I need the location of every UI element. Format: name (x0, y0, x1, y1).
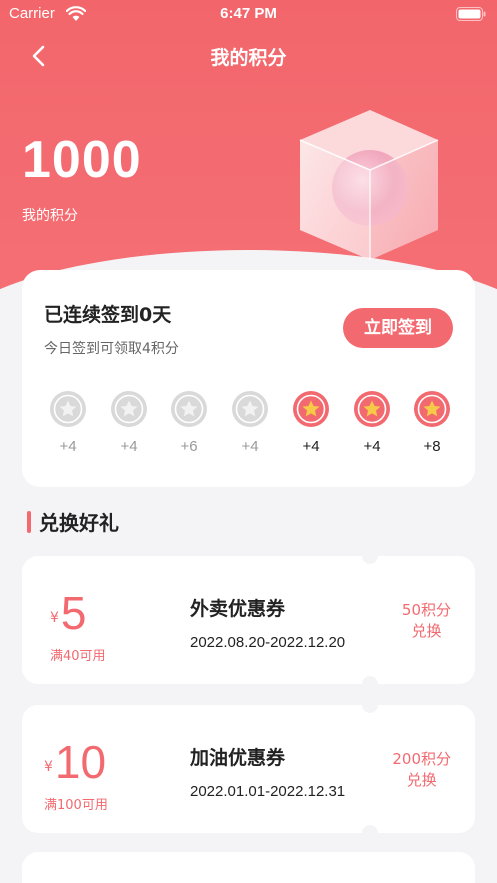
glass-cube-illustration (299, 110, 439, 260)
coupon-validity: 2022.08.20-2022.12.20 (190, 634, 346, 651)
signin-day-reward: +6 (180, 438, 198, 455)
coupon-card[interactable]: ¥5 满40可用 外卖优惠券 2022.08.20-2022.12.20 50积… (22, 548, 475, 692)
signin-day: +4 (48, 390, 88, 455)
coupon-name: 加油优惠券 (190, 747, 286, 769)
signin-day-reward: +4 (120, 438, 138, 455)
currency-symbol: ¥ (44, 759, 53, 775)
coupon-amount: ¥10 (44, 735, 106, 789)
signin-day: +4 (291, 390, 331, 455)
coupon-value: 5 (60, 587, 87, 639)
coupon-condition: 满40可用 (50, 649, 106, 664)
points-balance-label: 我的积分 (22, 208, 78, 224)
signin-day: +4 (109, 390, 149, 455)
coupon-notch (362, 825, 378, 841)
section-accent-bar (27, 511, 31, 533)
coupon-cost: 50积分 (401, 601, 451, 619)
star-coin-icon (414, 391, 450, 427)
coupon-name: 外卖优惠券 (190, 598, 286, 620)
page-title: 我的积分 (210, 47, 287, 69)
battery-icon (456, 7, 486, 21)
coupon-value: 10 (54, 736, 107, 788)
status-bar: Carrier 6:47 PM (0, 0, 497, 28)
coupon-notch (362, 697, 378, 713)
signin-day-reward: +4 (363, 438, 381, 455)
coupon-redeem[interactable]: 50积分 兑换 (402, 600, 451, 642)
star-coin-disabled-icon (111, 391, 147, 427)
redeem-label: 兑换 (411, 622, 442, 640)
signin-day: +8 (412, 390, 452, 455)
points-balance: 1000 (22, 131, 142, 189)
coupon-card[interactable] (22, 852, 475, 883)
signin-day-reward: +4 (59, 438, 77, 455)
star-coin-disabled-icon (232, 391, 268, 427)
coupon-validity: 2022.01.01-2022.12.31 (190, 783, 346, 800)
star-coin-icon (293, 391, 329, 427)
signin-day-reward: +4 (302, 438, 320, 455)
signin-day: +4 (352, 390, 392, 455)
signin-day-reward: +8 (423, 438, 441, 455)
coupon-notch (362, 676, 378, 692)
streak-title: 已连续签到0天 (44, 304, 172, 326)
signin-day-row: +4 +4 +6 +4 +4 +4 +8 (48, 390, 456, 460)
section-title: 兑换好礼 (39, 511, 119, 535)
signin-day: +4 (230, 390, 270, 455)
coupon-card[interactable]: ¥10 满100可用 加油优惠券 2022.01.01-2022.12.31 2… (22, 697, 475, 841)
coupon-notch (362, 548, 378, 564)
coupon-condition: 满100可用 (44, 798, 108, 813)
star-coin-disabled-icon (171, 391, 207, 427)
coupon-amount: ¥5 (50, 586, 87, 640)
signin-button[interactable]: 立即签到 (343, 308, 453, 348)
star-coin-disabled-icon (50, 391, 86, 427)
signin-day: +6 (169, 390, 209, 455)
signin-day-reward: +4 (241, 438, 259, 455)
currency-symbol: ¥ (50, 610, 59, 626)
signin-card: 已连续签到0天 今日签到可领取4积分 立即签到 +4 +4 +6 +4 +4 +4 +8 (22, 270, 475, 487)
coupon-cost: 200积分 (392, 750, 451, 768)
coupon-redeem[interactable]: 200积分 兑换 (392, 749, 451, 791)
streak-subtitle: 今日签到可领取4积分 (44, 341, 179, 357)
redeem-label: 兑换 (406, 771, 437, 789)
clock: 6:47 PM (220, 5, 277, 22)
star-coin-icon (354, 391, 390, 427)
